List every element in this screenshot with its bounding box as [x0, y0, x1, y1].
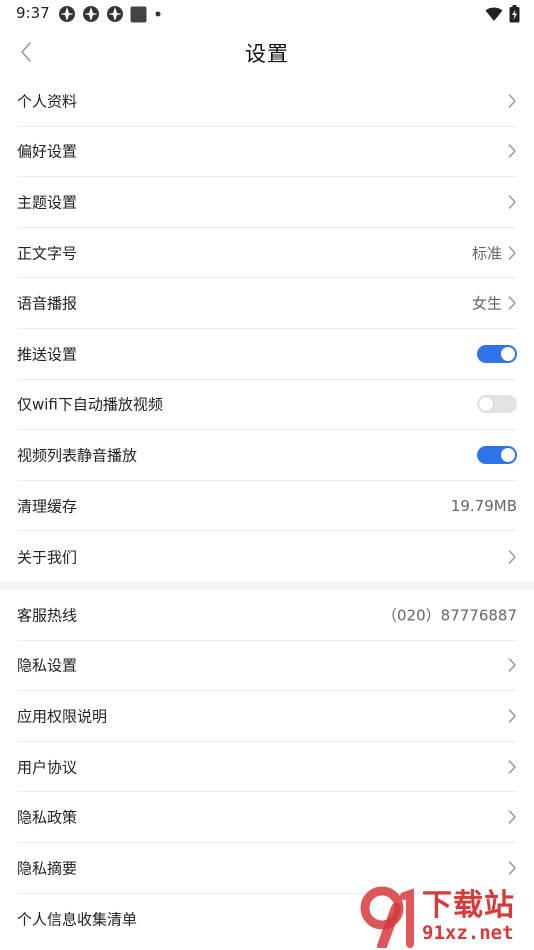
section-divider [0, 581, 534, 590]
chevron-right-icon [508, 860, 516, 875]
setting-label: 仅wifi下自动播放视频 [17, 395, 163, 414]
row-right: 标准 [472, 242, 517, 263]
chevron-right-icon [508, 245, 516, 260]
setting-row-cache[interactable]: 清理缓存 19.79MB [17, 481, 517, 532]
setting-label: 个人信息收集清单 [17, 910, 138, 929]
setting-label: 隐私设置 [17, 656, 78, 675]
row-right [508, 860, 517, 875]
status-notification-icons [58, 5, 163, 23]
setting-row-about[interactable]: 关于我们 [17, 531, 517, 582]
setting-label: 视频列表静音播放 [17, 446, 138, 465]
setting-row-profile[interactable]: 个人资料 [17, 76, 517, 127]
wifi-icon [485, 7, 503, 21]
notification-square-icon [130, 6, 147, 22]
chevron-right-icon [508, 658, 516, 673]
chevron-right-icon [508, 759, 516, 774]
hotline-number: （020）87776887 [382, 606, 517, 625]
row-right: 女生 [472, 293, 517, 314]
notification-app-icon [59, 6, 75, 22]
watermark-site: 91xz.net [422, 922, 514, 944]
row-right [508, 144, 517, 159]
chevron-right-icon [508, 810, 516, 824]
list-mute-toggle[interactable] [477, 445, 517, 464]
setting-label: 推送设置 [17, 345, 78, 364]
setting-row-privacy-policy[interactable]: 隐私政策 [17, 792, 517, 843]
font-size-value: 标准 [471, 244, 502, 263]
row-right [508, 810, 517, 825]
toggle-knob [479, 397, 493, 412]
setting-label: 主题设置 [17, 193, 78, 212]
row-right: 19.79MB [451, 497, 517, 515]
row-right [477, 445, 517, 464]
row-right [477, 344, 517, 363]
watermark-logo-icon [360, 886, 414, 948]
notification-app-icon [83, 6, 99, 22]
row-right [508, 708, 517, 723]
watermark-name: 下载站 [422, 888, 515, 923]
chevron-right-icon [508, 549, 516, 564]
setting-label: 语音播报 [17, 294, 78, 313]
setting-label: 关于我们 [17, 548, 78, 567]
voice-value: 女生 [471, 294, 502, 313]
setting-row-hotline[interactable]: 客服热线 （020）87776887 [17, 590, 517, 641]
watermark-text: 下载站 91xz.net [422, 888, 515, 945]
setting-label: 隐私政策 [17, 808, 78, 827]
notification-app-icon [107, 6, 123, 22]
setting-row-wifi-autoplay: 仅wifi下自动播放视频 [17, 380, 517, 431]
setting-label: 用户协议 [17, 758, 78, 777]
title-bar: 设置 [0, 28, 534, 76]
cache-size-value: 19.79MB [450, 496, 517, 515]
setting-label: 个人资料 [17, 92, 78, 111]
battery-charging-icon [509, 5, 520, 23]
setting-label: 客服热线 [17, 606, 78, 625]
page-title: 设置 [245, 42, 289, 66]
setting-label: 清理缓存 [17, 497, 78, 516]
status-time: 9:37 [16, 4, 50, 22]
push-toggle[interactable] [477, 344, 517, 363]
row-right [508, 194, 517, 209]
setting-row-list-mute: 视频列表静音播放 [17, 430, 517, 481]
setting-row-push: 推送设置 [17, 329, 517, 380]
toggle-knob [501, 447, 515, 462]
chevron-right-icon [508, 296, 516, 310]
row-right [477, 395, 517, 414]
setting-row-font-size[interactable]: 正文字号 标准 [17, 228, 517, 279]
setting-row-voice[interactable]: 语音播报 女生 [17, 278, 517, 329]
chevron-right-icon [508, 195, 516, 209]
setting-row-theme[interactable]: 主题设置 [17, 177, 517, 228]
settings-list: 个人资料 偏好设置 主题设置 正文字号 标准 语音播报 女生 推送设置 仅wif… [0, 76, 534, 944]
row-right: （020）87776887 [382, 604, 517, 625]
setting-label: 正文字号 [17, 244, 78, 263]
row-right [508, 658, 517, 673]
setting-row-privacy-settings[interactable]: 隐私设置 [17, 641, 517, 692]
row-right [508, 759, 517, 774]
setting-label: 偏好设置 [17, 142, 78, 161]
row-right [508, 549, 517, 564]
chevron-right-icon [508, 144, 516, 159]
chevron-right-icon [508, 709, 516, 723]
setting-row-preferences[interactable]: 偏好设置 [17, 127, 517, 178]
status-bar: 9:37 [0, 0, 534, 28]
setting-label: 应用权限说明 [17, 707, 108, 726]
chevron-right-icon [508, 94, 516, 108]
wifi-autoplay-toggle[interactable] [477, 395, 517, 414]
setting-row-user-agreement[interactable]: 用户协议 [17, 742, 517, 793]
more-dot-icon [155, 11, 161, 17]
setting-label: 隐私摘要 [17, 859, 78, 878]
toggle-knob [501, 346, 515, 361]
row-right [508, 93, 517, 108]
site-watermark: 下载站 91xz.net [358, 884, 534, 950]
status-system-icons [485, 5, 520, 23]
setting-row-permissions[interactable]: 应用权限说明 [17, 691, 517, 742]
